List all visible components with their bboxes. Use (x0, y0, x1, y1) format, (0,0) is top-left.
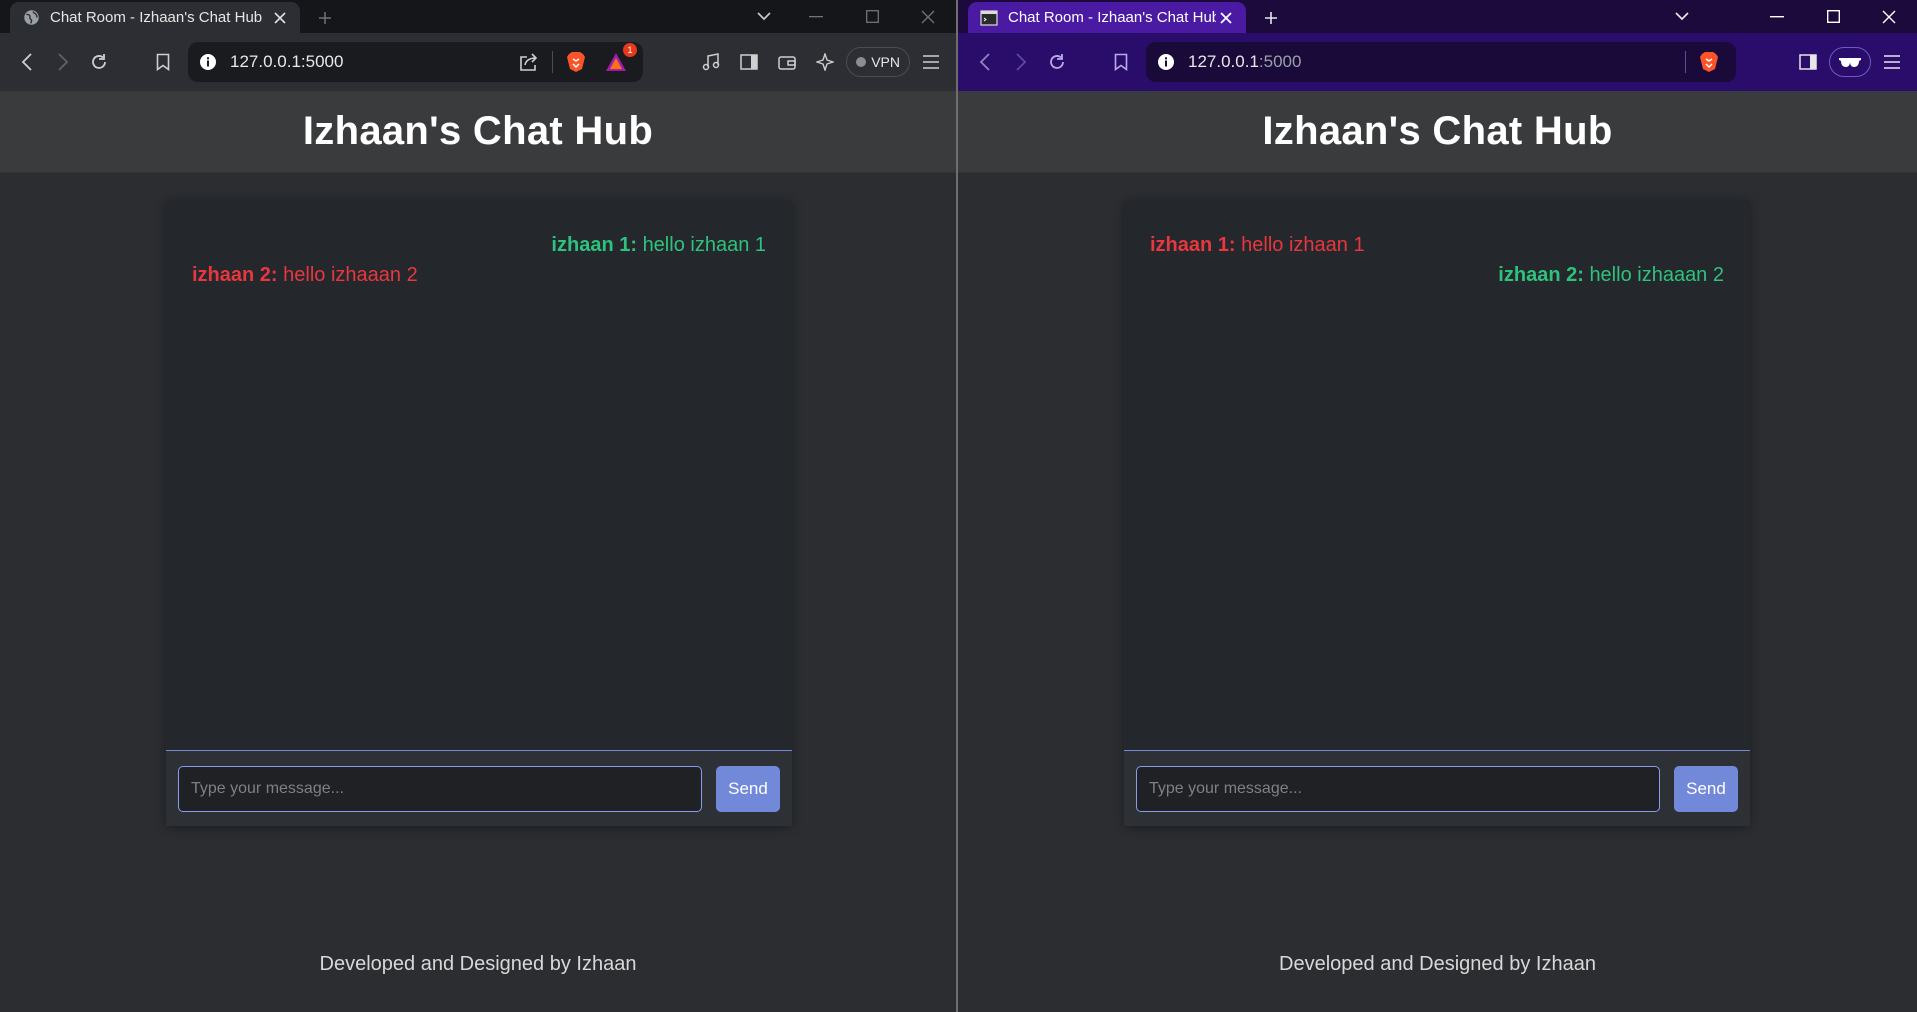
address-bar[interactable]: 127.0.0.1:5000 1 (188, 42, 643, 82)
vpn-label: VPN (871, 54, 900, 70)
leo-ai-icon[interactable] (808, 45, 842, 79)
browser-window-right: Chat Room - Izhaan's Chat Hub 127.0.0.1:… (958, 0, 1917, 1012)
message-text: hello izhaan 1 (1241, 234, 1365, 256)
message-sender: izhaan 1: (551, 234, 637, 256)
window-close-icon[interactable] (1861, 0, 1917, 33)
music-icon[interactable] (694, 45, 728, 79)
url-divider (1685, 51, 1686, 73)
brave-shields-icon[interactable] (559, 45, 593, 79)
message-item: izhaan 2: hello izhaaan 2 (1150, 260, 1724, 290)
menu-icon[interactable] (1875, 45, 1909, 79)
browser-toolbar: 127.0.0.1:5000 (958, 33, 1917, 91)
bookmark-icon[interactable] (146, 45, 180, 79)
url-port: :5000 (300, 52, 344, 71)
message-input[interactable] (1136, 765, 1660, 812)
wallet-icon[interactable] (770, 45, 804, 79)
send-button[interactable]: Send (716, 765, 780, 812)
url-host: 127.0.0.1 (230, 52, 301, 71)
private-window-icon[interactable] (1829, 47, 1871, 77)
chat-page: Izhaan's Chat Hub izhaan 1: hello izhaan… (0, 91, 956, 1012)
desktop-screen: Chat Room - Izhaan's Chat Hub 127.0.0.1:… (0, 0, 1917, 1012)
minimize-icon[interactable] (1749, 0, 1805, 33)
url-text: 127.0.0.1:5000 (1188, 52, 1685, 72)
browser-window-left: Chat Room - Izhaan's Chat Hub 127.0.0.1:… (0, 0, 958, 1012)
minimize-icon[interactable] (788, 0, 844, 33)
chat-page: Izhaan's Chat Hub izhaan 1: hello izhaan… (958, 91, 1917, 1012)
tab-title: Chat Room - Izhaan's Chat Hub (50, 9, 263, 26)
terminal-icon (980, 9, 998, 27)
message-composer: Send (166, 750, 792, 826)
address-bar[interactable]: 127.0.0.1:5000 (1146, 42, 1736, 82)
brave-shields-icon[interactable] (1692, 45, 1726, 79)
message-text: hello izhaan 1 (642, 234, 766, 256)
window-controls (788, 0, 956, 33)
close-icon[interactable] (1216, 8, 1236, 28)
window-close-icon[interactable] (900, 0, 956, 33)
app-header: Izhaan's Chat Hub (958, 91, 1917, 173)
site-info-icon[interactable] (198, 52, 218, 72)
menu-icon[interactable] (914, 45, 948, 79)
window-controls (1749, 0, 1917, 33)
chat-container: izhaan 1: hello izhaan 1 izhaan 2: hello… (166, 200, 792, 826)
message-item: izhaan 1: hello izhaan 1 (192, 230, 766, 260)
new-tab-button[interactable] (1254, 2, 1288, 33)
url-divider (552, 51, 553, 73)
reload-icon[interactable] (1040, 45, 1074, 79)
footer-text: Developed and Designed by Izhaan (1279, 953, 1596, 975)
vpn-button[interactable]: VPN (846, 47, 910, 77)
message-list: izhaan 1: hello izhaan 1 izhaan 2: hello… (1124, 200, 1750, 750)
forward-icon[interactable] (46, 45, 80, 79)
maximize-icon[interactable] (1805, 0, 1861, 33)
maximize-icon[interactable] (844, 0, 900, 33)
back-icon[interactable] (968, 45, 1002, 79)
app-header: Izhaan's Chat Hub (0, 91, 956, 173)
tab-title: Chat Room - Izhaan's Chat Hub (1008, 9, 1216, 26)
message-composer: Send (1124, 750, 1750, 826)
message-sender: izhaan 2: (192, 264, 278, 286)
close-icon[interactable] (270, 8, 290, 28)
chevron-down-icon[interactable] (744, 0, 784, 33)
globe-icon (22, 9, 40, 27)
message-sender: izhaan 1: (1150, 234, 1236, 256)
chat-container: izhaan 1: hello izhaan 1 izhaan 2: hello… (1124, 200, 1750, 826)
footer-text: Developed and Designed by Izhaan (319, 953, 637, 975)
brave-rewards-icon[interactable]: 1 (599, 43, 637, 79)
sidebar-icon[interactable] (1791, 45, 1825, 79)
tab-chat-room[interactable]: Chat Room - Izhaan's Chat Hub (968, 2, 1246, 33)
reload-icon[interactable] (82, 45, 116, 79)
new-tab-button[interactable] (308, 2, 342, 33)
send-button[interactable]: Send (1674, 765, 1738, 812)
message-text: hello izhaaan 2 (1589, 264, 1724, 286)
tab-strip: Chat Room - Izhaan's Chat Hub (958, 0, 1917, 33)
vpn-status-icon (856, 57, 867, 67)
message-text: hello izhaaan 2 (283, 264, 418, 286)
back-icon[interactable] (10, 45, 44, 79)
message-list: izhaan 1: hello izhaan 1 izhaan 2: hello… (166, 200, 792, 750)
message-item: izhaan 1: hello izhaan 1 (1150, 230, 1724, 260)
forward-icon[interactable] (1004, 45, 1038, 79)
page-title: Izhaan's Chat Hub (1262, 109, 1613, 153)
page-title: Izhaan's Chat Hub (302, 109, 654, 153)
message-sender: izhaan 2: (1498, 264, 1584, 286)
url-host: 127.0.0.1 (1188, 52, 1259, 71)
message-input[interactable] (178, 765, 702, 812)
site-info-icon[interactable] (1156, 52, 1176, 72)
rewards-badge: 1 (623, 43, 637, 57)
tab-chat-room[interactable]: Chat Room - Izhaan's Chat Hub (10, 2, 300, 33)
sidebar-icon[interactable] (732, 45, 766, 79)
browser-toolbar: 127.0.0.1:5000 1 VPN (0, 33, 956, 91)
bookmark-icon[interactable] (1104, 45, 1138, 79)
url-port: :5000 (1258, 52, 1302, 71)
share-icon[interactable] (512, 45, 546, 79)
url-text: 127.0.0.1:5000 (230, 52, 512, 72)
message-item: izhaan 2: hello izhaaan 2 (192, 260, 766, 290)
chevron-down-icon[interactable] (1662, 0, 1702, 33)
tab-strip: Chat Room - Izhaan's Chat Hub (0, 0, 956, 33)
